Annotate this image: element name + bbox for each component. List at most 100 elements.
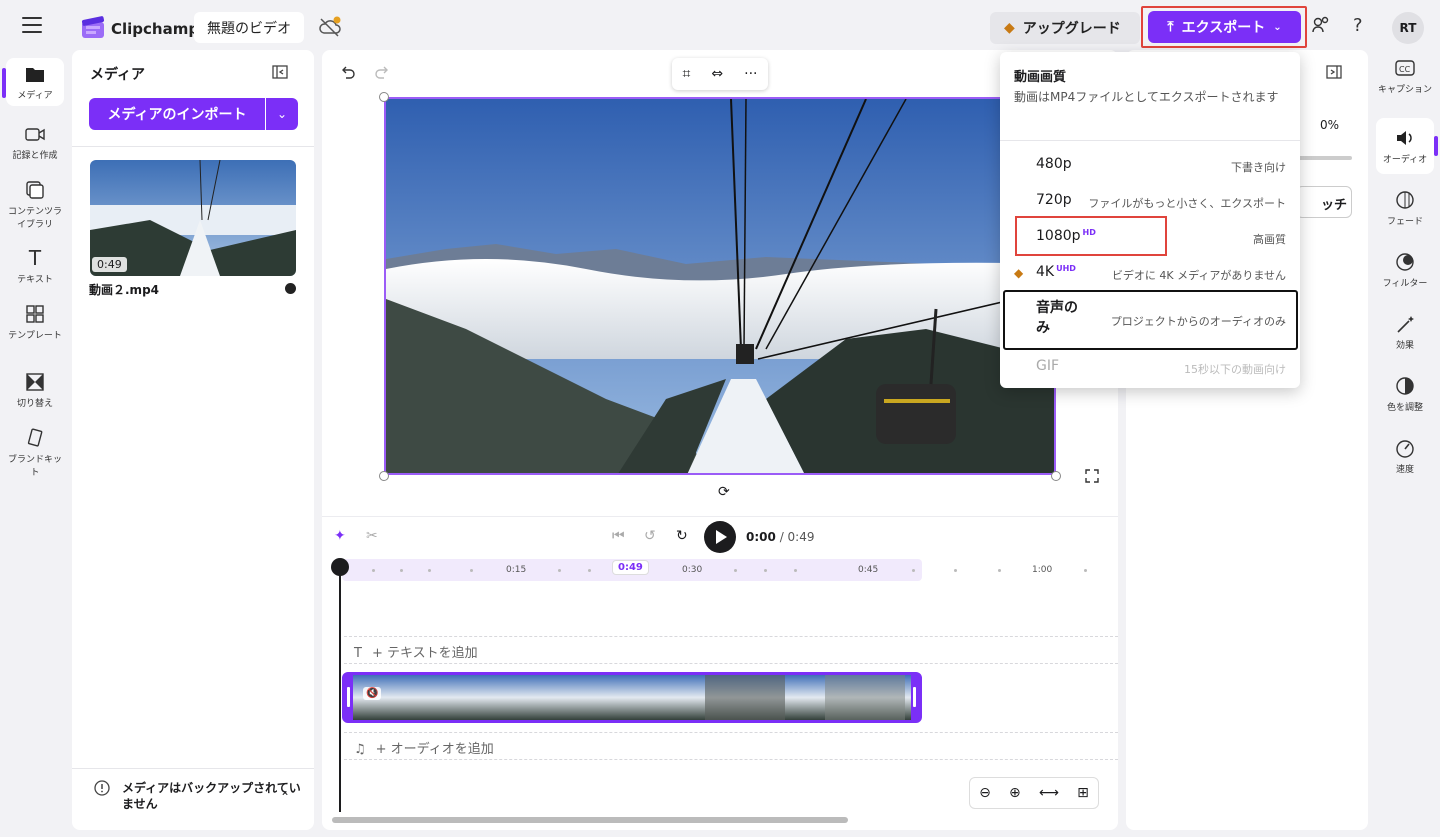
nav-transitions[interactable]: 切り替え bbox=[6, 372, 64, 409]
project-title[interactable]: 無題のビデオ bbox=[194, 12, 304, 43]
text-track[interactable]: T + テキストを追加 bbox=[344, 636, 1118, 664]
add-audio-label: + オーディオを追加 bbox=[375, 742, 494, 757]
tick-dot bbox=[734, 569, 737, 572]
import-dropdown-button[interactable]: ⌄ bbox=[266, 98, 298, 130]
rewind-5-icon[interactable]: ↺ bbox=[644, 528, 656, 544]
resize-handle[interactable] bbox=[1051, 471, 1061, 481]
video-preview[interactable] bbox=[384, 97, 1056, 475]
tick-dot bbox=[400, 569, 403, 572]
scissors-icon[interactable]: ✂ bbox=[366, 528, 378, 544]
tick-dot bbox=[1084, 569, 1087, 572]
option-label: 720p bbox=[1036, 192, 1072, 208]
speed-icon bbox=[1394, 438, 1416, 458]
top-bar: Clipchamp 無題のビデオ ◆ アップグレード ⤒ エクスポート ⌄ ? … bbox=[0, 0, 1440, 52]
collapse-panel-icon[interactable] bbox=[1326, 64, 1342, 83]
play-icon bbox=[716, 530, 727, 544]
video-clip[interactable]: 🔇 bbox=[342, 672, 922, 723]
nav-record[interactable]: 記録と作成 bbox=[6, 124, 64, 161]
nav-color[interactable]: 色を調整 bbox=[1376, 376, 1434, 413]
option-480p[interactable]: 480p 下書き向け bbox=[1000, 147, 1300, 183]
tick-dot bbox=[372, 569, 375, 572]
forward-5-icon[interactable]: ↻ bbox=[676, 528, 688, 544]
zoom-in-icon[interactable]: ⊕ bbox=[1009, 785, 1021, 801]
magic-icon[interactable]: ✦ bbox=[334, 528, 346, 544]
fullscreen-icon[interactable] bbox=[1084, 468, 1100, 488]
captions-icon: CC bbox=[1394, 58, 1416, 78]
play-button[interactable] bbox=[704, 521, 736, 553]
backup-text: メディアはバックアップされていません bbox=[122, 781, 301, 811]
help-icon[interactable]: ? bbox=[1353, 15, 1363, 36]
rotate-icon[interactable]: ⟳ bbox=[718, 484, 730, 500]
nav-effects[interactable]: 効果 bbox=[1376, 314, 1434, 351]
expand-icon[interactable]: ⊞ bbox=[1077, 785, 1089, 801]
option-720p[interactable]: 720p ファイルがもっと小さく、エクスポート bbox=[1000, 183, 1300, 219]
tick-dot bbox=[428, 569, 431, 572]
nav-speed[interactable]: 速度 bbox=[1376, 438, 1434, 475]
speaker-icon bbox=[1394, 128, 1416, 148]
text-icon: T bbox=[354, 646, 362, 661]
import-media-button[interactable]: メディアのインポート bbox=[89, 98, 265, 130]
more-icon[interactable]: ··· bbox=[744, 66, 757, 82]
option-label-text: 4K bbox=[1036, 264, 1055, 280]
crop-icon[interactable]: ⌗ bbox=[683, 66, 691, 82]
divider bbox=[1000, 140, 1300, 141]
nav-label: コンテンツライブラリ bbox=[7, 207, 62, 230]
menu-subtitle: 動画はMP4ファイルとしてエクスポートされます bbox=[1014, 90, 1279, 104]
info-icon bbox=[94, 780, 110, 800]
option-desc: ファイルがもっと小さく、エクスポート bbox=[1088, 197, 1286, 210]
nav-fade[interactable]: フェード bbox=[1376, 190, 1434, 227]
export-quality-menu: 動画画質 動画はMP4ファイルとしてエクスポートされます 480p 下書き向け … bbox=[1000, 52, 1300, 388]
avatar[interactable]: RT bbox=[1392, 12, 1424, 44]
tick-dot bbox=[764, 569, 767, 572]
panel-button[interactable]: ッチ bbox=[1296, 186, 1352, 218]
divider bbox=[72, 768, 314, 769]
nav-text[interactable]: T テキスト bbox=[6, 248, 64, 285]
export-button[interactable]: ⤒ エクスポート ⌄ bbox=[1148, 11, 1301, 43]
fit-icon[interactable]: ⇔ bbox=[711, 66, 723, 82]
collapse-panel-icon[interactable] bbox=[272, 64, 288, 83]
divider bbox=[72, 146, 314, 147]
playhead-time: 0:49 bbox=[612, 560, 649, 575]
resize-handle[interactable] bbox=[379, 471, 389, 481]
nav-captions[interactable]: CC キャプション bbox=[1376, 58, 1434, 95]
zoom-controls: ⊖ ⊕ ⟷ ⊞ bbox=[969, 777, 1099, 809]
menu-title: 動画画質 bbox=[1014, 70, 1067, 85]
nav-label: 切り替え bbox=[16, 399, 53, 409]
nav-label: 色を調整 bbox=[1386, 403, 1423, 413]
timeline-scrollbar[interactable] bbox=[332, 817, 848, 823]
undo-icon[interactable] bbox=[340, 64, 356, 84]
nav-media[interactable]: メディア bbox=[6, 58, 64, 106]
fit-timeline-icon[interactable]: ⟷ bbox=[1039, 785, 1059, 801]
active-indicator bbox=[1434, 136, 1438, 156]
nav-library[interactable]: コンテンツライブラリ bbox=[6, 180, 64, 230]
nav-label: 効果 bbox=[1395, 341, 1414, 351]
volume-slider[interactable] bbox=[1296, 156, 1352, 160]
diamond-icon: ◆ bbox=[1004, 20, 1015, 36]
zoom-out-icon[interactable]: ⊖ bbox=[979, 785, 991, 801]
skip-back-icon[interactable]: ⏮ bbox=[612, 528, 625, 544]
share-icon[interactable] bbox=[1311, 15, 1331, 40]
resize-handle[interactable] bbox=[379, 92, 389, 102]
camera-icon bbox=[24, 124, 46, 144]
total-time: / 0:49 bbox=[779, 530, 815, 544]
nav-filter[interactable]: フィルター bbox=[1376, 252, 1434, 289]
option-4k[interactable]: ◆ 4K UHD ビデオに 4K メディアがありません bbox=[1000, 255, 1300, 291]
nav-templates[interactable]: テンプレート bbox=[6, 304, 64, 341]
redo-icon[interactable] bbox=[374, 64, 390, 84]
option-gif[interactable]: GIF 15秒以下の動画向け bbox=[1000, 349, 1300, 385]
playhead-line bbox=[339, 562, 341, 812]
premium-diamond-icon: ◆ bbox=[1014, 266, 1024, 280]
nav-brandkit[interactable]: ブランドキット bbox=[6, 428, 64, 478]
nav-label: フェード bbox=[1386, 217, 1423, 227]
option-desc: 高画質 bbox=[1253, 233, 1286, 246]
option-desc: 15秒以下の動画向け bbox=[1184, 363, 1286, 376]
upgrade-button[interactable]: ◆ アップグレード bbox=[990, 12, 1140, 44]
chevron-up-icon[interactable]: ⌃ bbox=[280, 790, 290, 804]
nav-audio[interactable]: オーディオ bbox=[1376, 118, 1434, 174]
mute-icon[interactable]: 🔇 bbox=[363, 687, 382, 700]
menu-icon[interactable] bbox=[22, 17, 42, 33]
cloud-off-icon[interactable] bbox=[318, 16, 342, 38]
backup-notice: メディアはバックアップされていません bbox=[94, 780, 304, 812]
audio-track[interactable]: ♫ + オーディオを追加 bbox=[344, 732, 1118, 760]
nav-label: テンプレート bbox=[8, 331, 62, 341]
